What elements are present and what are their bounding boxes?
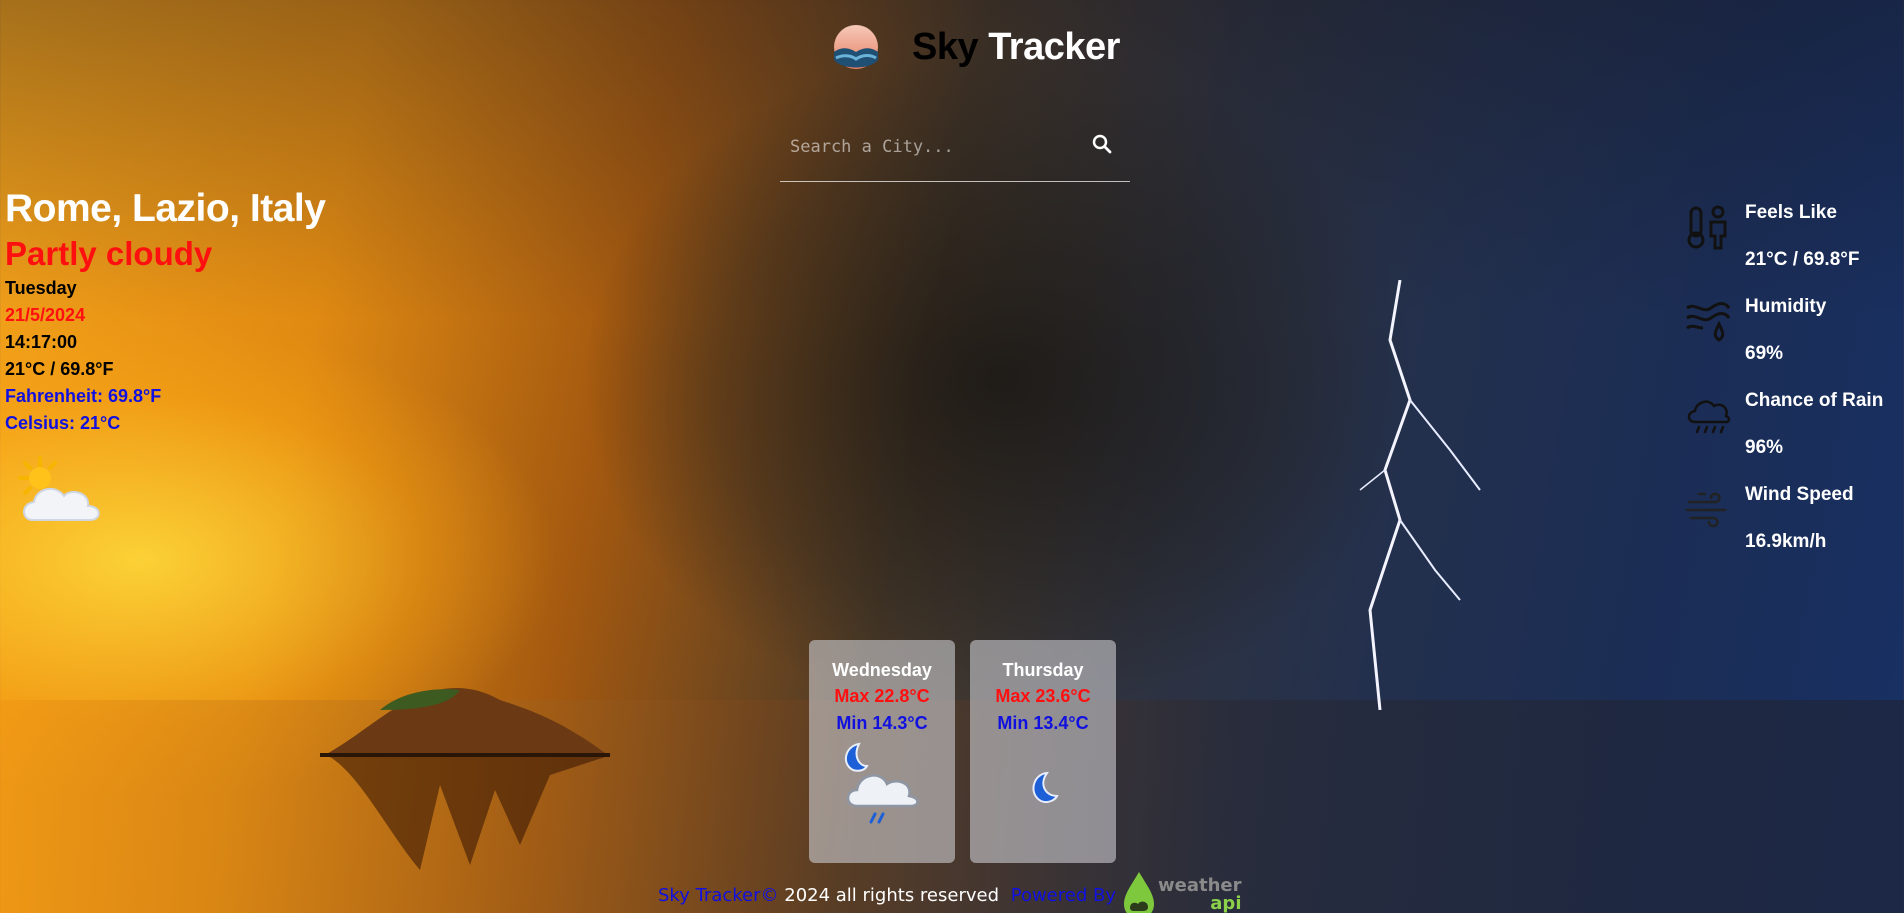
forecast-max: Max 22.8°C — [834, 686, 930, 706]
current-weather-panel: Rome, Lazio, Italy Partly cloudy Tuesday… — [5, 185, 326, 437]
fahrenheit-value: Fahrenheit: 69.8°F — [5, 386, 162, 406]
stat-label: Humidity — [1745, 296, 1827, 317]
forecast-card: Thursday Max 23.6°C Min 13.4°C — [970, 640, 1116, 863]
stat-value: 69% — [1745, 343, 1784, 364]
celsius-value: Celsius: 21°C — [5, 413, 121, 433]
forecast-min: Min 14.3°C — [836, 713, 928, 733]
search-icon — [1092, 134, 1112, 154]
current-temperature: 21°C / 69.8°F — [5, 359, 114, 379]
forecast-day: Thursday — [1002, 660, 1084, 680]
stat-value: 16.9km/h — [1745, 531, 1827, 552]
search-button[interactable] — [1082, 124, 1122, 164]
night-rain-icon — [844, 742, 919, 824]
stat-label: Feels Like — [1745, 202, 1837, 223]
current-date: 21/5/2024 — [5, 305, 86, 325]
forecast-min: Min 13.4°C — [997, 713, 1089, 733]
app-header: Sky Tracker — [830, 24, 1120, 70]
moon-icon — [1032, 771, 1059, 804]
app-title: Sky Tracker — [912, 26, 1120, 69]
thermometer-person-icon — [1687, 205, 1727, 250]
weather-condition: Partly cloudy — [5, 235, 213, 272]
footer: Sky Tracker© 2024 all rights reserved Po… — [658, 870, 1241, 913]
search-bar — [780, 120, 1130, 182]
current-day: Tuesday — [5, 278, 77, 298]
logo-icon — [834, 25, 878, 69]
forecast-card: Wednesday Max 22.8°C Min 14.3°C — [809, 640, 955, 863]
weatherapi-drop-icon — [1123, 872, 1154, 913]
footer-powered-by[interactable]: Powered By — [1011, 885, 1116, 906]
humidity-icon — [1686, 302, 1731, 342]
location-name: Rome, Lazio, Italy — [5, 187, 326, 230]
island-image — [320, 687, 610, 870]
wind-icon — [1685, 492, 1727, 528]
stat-value: 21°C / 69.8°F — [1745, 249, 1860, 270]
current-time: 14:17:00 — [5, 332, 78, 352]
weatherapi-logo[interactable]: weather api — [1122, 870, 1242, 913]
stat-label: Chance of Rain — [1745, 390, 1884, 411]
forecast-day: Wednesday — [832, 660, 932, 680]
forecast-max: Max 23.6°C — [995, 686, 1091, 706]
weatherapi-api: api — [1210, 893, 1242, 913]
app-title-sky: Sky — [912, 25, 979, 68]
partly-cloudy-sun-icon — [18, 456, 100, 521]
lightning-bolt-image — [1359, 280, 1481, 710]
stat-label: Wind Speed — [1745, 484, 1854, 505]
stat-value: 96% — [1745, 437, 1784, 458]
search-input[interactable] — [790, 132, 1080, 162]
rain-cloud-icon — [1687, 400, 1731, 434]
footer-brand: Sky Tracker© — [658, 884, 779, 906]
app-title-tracker: Tracker — [988, 25, 1120, 68]
footer-copyright: 2024 all rights reserved — [778, 884, 1005, 906]
